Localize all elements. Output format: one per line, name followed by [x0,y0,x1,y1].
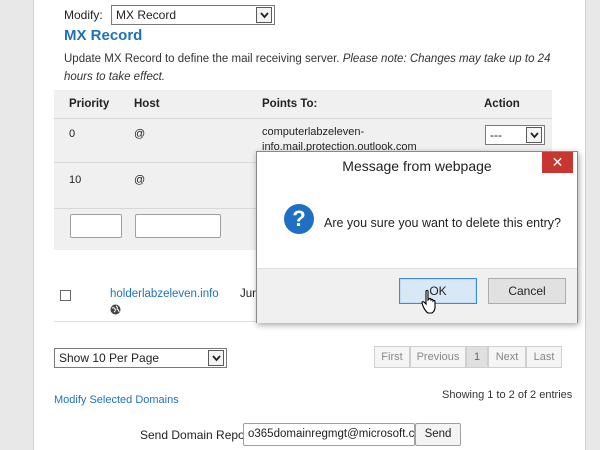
header-host: Host [134,98,160,110]
header-action: Action [484,98,520,110]
domain-row-checkbox[interactable] [60,290,71,301]
row1-host: @ [134,128,146,140]
section-title: MX Record [64,27,143,44]
pager-last[interactable]: Last [526,346,562,368]
modify-selected-domains-link[interactable]: Modify Selected Domains [54,394,179,406]
send-report-button[interactable]: Send [415,423,461,446]
globe-icon [110,304,121,318]
per-page-select[interactable]: Show 10 Per Page [54,348,227,368]
hand-cursor-icon [420,289,440,318]
header-priority: Priority [69,98,110,110]
modify-label: Modify: [64,8,103,22]
domain-link[interactable]: holderlabzeleven.info [110,288,219,300]
new-host-input[interactable] [135,214,221,238]
pager-next[interactable]: Next [488,346,526,368]
close-icon[interactable]: ✕ [542,152,573,173]
record-type-selected: MX Record [116,8,177,22]
pager-page-1[interactable]: 1 [466,346,488,368]
per-page-selected: Show 10 Per Page [59,351,160,365]
confirm-dialog: Message from webpage ✕ ? Are you sure yo… [256,151,578,323]
dialog-body: ? Are you sure you want to delete this e… [257,180,577,268]
chevron-down-icon [256,7,272,23]
pager-previous[interactable]: Previous [410,346,466,368]
record-type-select[interactable]: MX Record [111,5,275,25]
pager-first[interactable]: First [374,346,410,368]
cancel-button[interactable]: Cancel [488,278,566,304]
row1-points-to-1: computerlabzeleven- [262,126,365,138]
dialog-title: Message from webpage [342,158,492,174]
entries-count: Showing 1 to 2 of 2 entries [442,389,573,401]
row2-host: @ [134,174,146,186]
row2-priority: 10 [69,174,82,186]
header-points-to: Points To: [262,98,318,110]
report-email-input[interactable]: o365domainregmgt@microsoft.cc [243,423,415,446]
question-icon: ? [284,204,314,234]
description-text: Update MX Record to define the mail rece… [64,53,340,65]
row1-action-selected: --- [490,128,502,142]
dialog-message: Are you sure you want to delete this ent… [324,216,561,230]
section-description: Update MX Record to define the mail rece… [64,50,564,86]
chevron-down-icon [526,127,542,143]
new-priority-input[interactable] [70,214,122,238]
row1-action-select[interactable]: --- [485,125,545,145]
chevron-down-icon [208,350,224,366]
row1-priority: 0 [69,128,76,140]
dialog-footer: OK Cancel [257,268,577,323]
